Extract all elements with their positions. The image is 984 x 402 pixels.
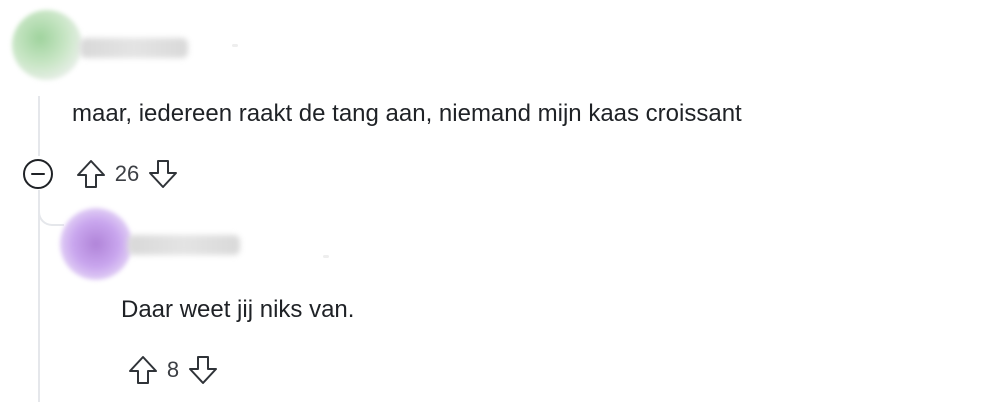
username-redacted[interactable] bbox=[128, 235, 240, 255]
upvote-button[interactable] bbox=[126, 353, 160, 387]
minus-circle-icon bbox=[23, 159, 53, 189]
username-redacted[interactable] bbox=[80, 38, 188, 58]
arrow-up-icon bbox=[77, 160, 105, 188]
comment-text: Daar weet jij niks van. bbox=[121, 296, 355, 323]
vote-count: 26 bbox=[114, 161, 140, 186]
avatar[interactable] bbox=[60, 208, 132, 280]
thread-branch-curve bbox=[38, 190, 64, 226]
downvote-button[interactable] bbox=[186, 353, 220, 387]
downvote-button[interactable] bbox=[146, 157, 180, 191]
arrow-down-icon bbox=[189, 356, 217, 384]
thread-line-main bbox=[38, 96, 40, 156]
metadata-redacted bbox=[323, 255, 329, 258]
comment-actions: 8 bbox=[126, 352, 220, 388]
thread-line-main-lower bbox=[38, 192, 40, 402]
avatar[interactable] bbox=[12, 10, 82, 80]
comment-actions: 26 bbox=[22, 156, 180, 192]
arrow-up-icon bbox=[129, 356, 157, 384]
arrow-down-icon bbox=[149, 160, 177, 188]
comment-text: maar, iedereen raakt de tang aan, nieman… bbox=[72, 100, 742, 127]
vote-count: 8 bbox=[166, 357, 180, 382]
metadata-redacted bbox=[232, 44, 238, 47]
collapse-button[interactable] bbox=[22, 158, 54, 190]
upvote-button[interactable] bbox=[74, 157, 108, 191]
